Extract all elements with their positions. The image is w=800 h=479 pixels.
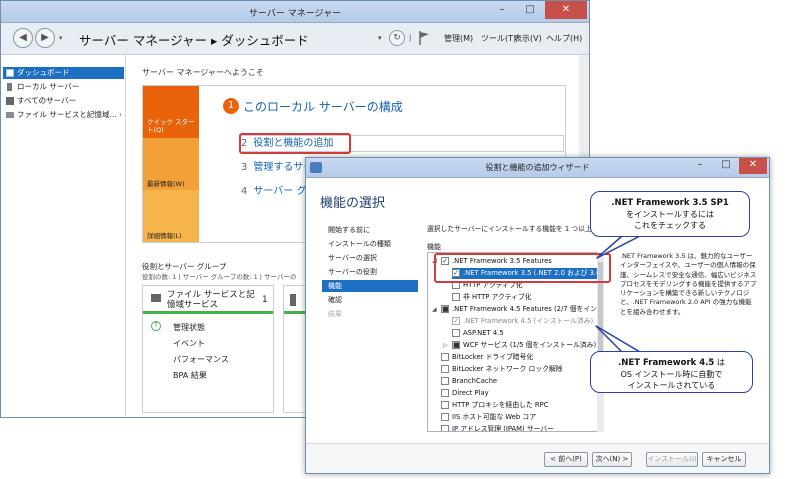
callout-title: .NET Framework 3.5 SP1 bbox=[611, 198, 729, 208]
callout-text: をインストールするには bbox=[626, 210, 714, 219]
callout-title-suffix: は bbox=[714, 358, 725, 367]
callout-text: インストールされている bbox=[627, 381, 716, 390]
callout-net45: .NET Framework 4.5 は OS インストール時に自動で インスト… bbox=[590, 351, 753, 393]
callout-title: .NET Framework 4.5 bbox=[618, 358, 715, 368]
callout-pointers bbox=[595, 235, 641, 353]
callout-net35: .NET Framework 3.5 SP1 をインストールするには これをチェ… bbox=[590, 191, 750, 237]
callout-text: OS インストール時に自動で bbox=[620, 370, 723, 379]
callout-text: これをチェックする bbox=[634, 221, 706, 230]
